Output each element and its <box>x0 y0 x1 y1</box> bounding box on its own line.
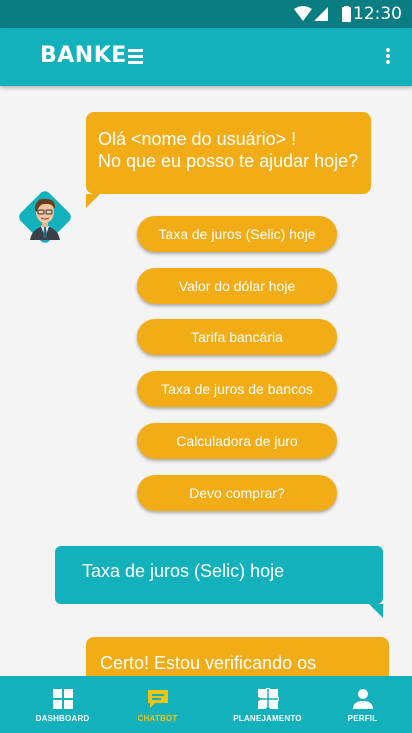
option-juros-bancos[interactable]: Taxa de juros de bancos <box>137 371 337 407</box>
bot-reply-text: Certo! Estou verificando os <box>100 653 317 673</box>
person-icon <box>352 689 373 709</box>
status-icons <box>294 6 351 22</box>
option-calculadora[interactable]: Calculadora de juro <box>137 423 337 459</box>
nav-dashboard-label: DASHBOARD <box>35 714 90 723</box>
puzzle-icon <box>257 688 279 709</box>
bot-greeting-line2: No que eu posso te ajudar hoje? <box>98 151 359 171</box>
user-message-text: Taxa de juros (Selic) hoje <box>82 561 285 581</box>
nav-planejamento-label: PLANEJAMENTO <box>233 714 302 723</box>
signal-icon <box>314 7 328 21</box>
option-dolar[interactable]: Valor do dólar hoje <box>137 268 337 304</box>
nav-chatbot-label: CHATBOT <box>137 714 178 723</box>
chat-area[interactable]: Olá <nome do usuário> ! No que eu posso … <box>0 86 412 676</box>
app-logo: BANKE <box>40 43 143 68</box>
option-tarifa[interactable]: Tarifa bancária <box>137 319 337 355</box>
nav-planejamento[interactable]: PLANEJAMENTO <box>216 676 319 733</box>
wifi-icon <box>294 6 312 21</box>
logo-text: BANKE <box>40 43 127 68</box>
app-bar: BANKE <box>0 28 412 86</box>
dashboard-icon <box>52 689 73 709</box>
chat-icon <box>147 690 168 708</box>
status-bar: 12:30 <box>0 0 412 28</box>
bot-avatar <box>19 191 71 243</box>
bot-greeting-bubble: Olá <nome do usuário> ! No que eu posso … <box>86 112 371 208</box>
bot-greeting-line1: Olá <nome do usuário> ! <box>98 129 297 149</box>
nav-dashboard[interactable]: DASHBOARD <box>11 676 114 733</box>
status-time: 12:30 <box>353 4 402 24</box>
bot-reply-bubble: Certo! Estou verificando os <box>86 637 389 676</box>
option-devo-comprar[interactable]: Devo comprar? <box>137 475 337 511</box>
logo-mark-icon <box>127 48 143 64</box>
nav-chatbot[interactable]: CHATBOT <box>106 676 209 733</box>
more-vert-icon[interactable] <box>378 46 398 70</box>
bottom-nav: DASHBOARD CHATBOT PLANEJAMENTO PERFIL <box>0 676 412 733</box>
option-selic[interactable]: Taxa de juros (Selic) hoje <box>137 216 337 252</box>
nav-perfil[interactable]: PERFIL <box>311 676 412 733</box>
battery-icon <box>342 7 351 22</box>
nav-perfil-label: PERFIL <box>347 714 378 723</box>
user-message-bubble: Taxa de juros (Selic) hoje <box>55 546 383 618</box>
